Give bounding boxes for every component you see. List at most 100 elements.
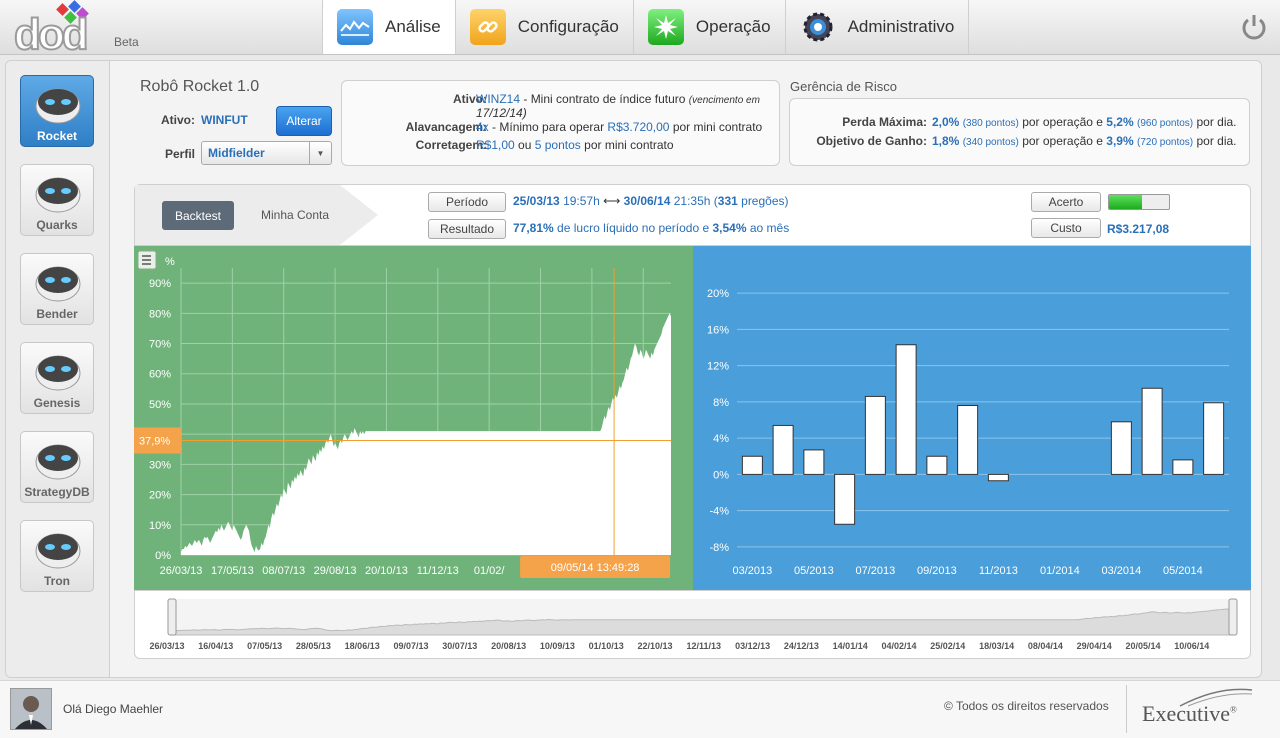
periodo-button[interactable]: Período: [428, 192, 506, 212]
logo-wordmark: dod: [13, 9, 90, 60]
robot-tron-label: Tron: [44, 574, 70, 588]
periodo-end-date: 30/06/14: [623, 194, 671, 208]
custo-value: R$3.217,08: [1107, 222, 1170, 236]
navigator-tick-label: 03/12/13: [735, 641, 770, 651]
backtest-button[interactable]: Backtest: [162, 201, 234, 230]
risk-obj-tail: por dia.: [1196, 134, 1237, 148]
navigator-tick-label: 01/10/13: [589, 641, 624, 651]
risk-obj-op: 1,8%: [932, 134, 960, 148]
y-tick-label: 70%: [149, 339, 171, 351]
bar: [957, 404, 979, 475]
risk-obj-mid: por operação e: [1022, 134, 1103, 148]
robot-genesis[interactable]: Genesis: [20, 342, 94, 414]
navigator-left-handle[interactable]: [167, 598, 177, 636]
x-tick-label: 20/10/13: [365, 565, 408, 577]
y-tick-label: -8%: [709, 542, 729, 554]
robot-strategydb-label: StrategyDB: [24, 485, 90, 499]
risk-perda-dia-pts: (960 pontos): [1136, 118, 1194, 129]
acerto-button[interactable]: Acerto: [1031, 192, 1101, 212]
y-tick-label: 0%: [155, 550, 171, 562]
contract-ativo-code: WINZ14: [476, 92, 521, 106]
periodo-start-time: 19:57h: [563, 194, 600, 208]
monthly-return-svg: -8% -4% 0% 4% 8% 12% 16% 20% 03/2013 05/2013 07/20…: [707, 288, 1229, 577]
robot-tron[interactable]: Tron: [20, 520, 94, 592]
navigator-tick-label: 26/03/13: [149, 641, 184, 651]
alterar-button[interactable]: Alterar: [276, 106, 332, 136]
tab-analise[interactable]: Análise: [322, 0, 455, 54]
robot-title: Robô Rocket 1.0: [140, 78, 260, 95]
main-nav: Análise Configuração Operação Administra…: [322, 0, 970, 54]
risk-card: Perda Máxima: 2,0% (380 pontos) por oper…: [789, 98, 1250, 166]
navigator-tick-label: 25/02/14: [930, 641, 965, 651]
navigator-tick-label: 18/06/13: [345, 641, 380, 651]
y-tick-label: 80%: [149, 308, 171, 320]
contract-vencimento-2: 17/12/14): [476, 106, 527, 120]
periodo-arrow: ⟷: [603, 194, 621, 208]
app-logo[interactable]: dod Beta: [13, 0, 139, 60]
risk-obj-dia: 3,9%: [1106, 134, 1134, 148]
robot-strategydb[interactable]: StrategyDB: [20, 431, 94, 503]
risk-perda-row: 2,0% (380 pontos) por operação e 5,2% (9…: [932, 115, 1237, 129]
contract-alav-desc: - Mínimo para operar: [492, 120, 605, 134]
chevron-down-icon: ▼: [309, 142, 331, 164]
robot-genesis-label: Genesis: [33, 396, 81, 410]
perfil-select[interactable]: Midfielder ▼: [201, 141, 332, 165]
x-tick-label: 03/2013: [732, 565, 772, 577]
robot-head-icon: [35, 177, 81, 213]
navigator-tick-label: 22/10/13: [637, 641, 672, 651]
tab-analise-label: Análise: [385, 17, 441, 36]
navigator-tick-label: 30/07/13: [442, 641, 477, 651]
resultado-pct: 77,81%: [513, 221, 554, 235]
periodo-start-date: 25/03/13: [513, 194, 560, 208]
x-tick-label: 29/08/13: [314, 565, 357, 577]
risk-perda-op: 2,0%: [932, 115, 960, 129]
custo-button[interactable]: Custo: [1031, 218, 1101, 238]
crosshair-date-label: 09/05/14 13:49:28: [551, 562, 640, 574]
x-tick-label: 05/2014: [1163, 565, 1203, 577]
minha-conta-button[interactable]: Minha Conta: [261, 208, 329, 222]
y-tick-label: 12%: [707, 361, 729, 373]
navigator-tick-label: 04/02/14: [881, 641, 916, 651]
executive-swoosh-icon: [1179, 688, 1253, 707]
tab-configuracao-label: Configuração: [517, 17, 619, 36]
copyright-text: © Todos os direitos reservados: [944, 699, 1109, 713]
robot-rocket[interactable]: Rocket: [20, 75, 94, 147]
navigator-tick-label: 07/05/13: [247, 641, 282, 651]
navigator-right-handle[interactable]: [1228, 598, 1238, 636]
x-tick-label: 09/2013: [917, 565, 957, 577]
results-band: Backtest Minha Conta Período 25/03/13 19…: [134, 184, 1251, 246]
tab-administrativo[interactable]: Administrativo: [784, 0, 970, 54]
cumulative-return-svg: % 0%10%20%30%40%50%60%70%80%90% 26/03/13…: [130, 250, 671, 578]
risk-perda-tail: por dia.: [1196, 115, 1237, 129]
resultado-button[interactable]: Resultado: [428, 219, 506, 239]
monthly-return-chart[interactable]: -8% -4% 0% 4% 8% 12% 16% 20% 03/2013 05/2013 07/20…: [693, 246, 1251, 590]
contract-alav-x: 4x: [476, 120, 489, 134]
periodo-count: 331: [717, 194, 738, 208]
robot-rocket-label: Rocket: [36, 129, 77, 143]
periodo-row: 25/03/13 19:57h ⟷ 30/06/14 21:35h (331 p…: [513, 194, 789, 208]
bar: [803, 449, 825, 475]
navigator-tick-label: 08/04/14: [1028, 641, 1063, 651]
robot-bender[interactable]: Bender: [20, 253, 94, 325]
timeline-navigator[interactable]: 26/03/13 16/04/13 07/05/13 28/05/13 18/06/13…: [134, 590, 1251, 659]
x-tick-label: 01/02/: [474, 565, 506, 577]
risk-obj-label: Objetivo de Ganho:: [816, 134, 927, 148]
bar: [772, 424, 794, 475]
robot-quarks[interactable]: Quarks: [20, 164, 94, 236]
tab-operacao[interactable]: Operação: [632, 0, 785, 54]
risk-perda-op-pts: (380 pontos): [962, 118, 1019, 129]
y-tick-label: 4%: [713, 433, 729, 445]
cumulative-return-chart[interactable]: % 0%10%20%30%40%50%60%70%80%90% 26/03/13…: [130, 246, 693, 590]
navigator-tick-label: 16/04/13: [198, 641, 233, 651]
y-tick-label: 0%: [713, 469, 729, 481]
robot-quarks-label: Quarks: [36, 218, 78, 232]
y-tick-label: 30%: [149, 459, 171, 471]
x-tick-label: 11/12/13: [417, 565, 459, 577]
avatar[interactable]: [10, 688, 52, 730]
navigator-tick-label: 10/09/13: [540, 641, 575, 651]
tab-configuracao[interactable]: Configuração: [454, 0, 633, 54]
robot-head-icon: [35, 88, 81, 124]
power-icon[interactable]: [1240, 13, 1268, 41]
bar: [1110, 421, 1132, 475]
contract-ativo-desc: - Mini contrato de índice futuro: [523, 92, 686, 106]
